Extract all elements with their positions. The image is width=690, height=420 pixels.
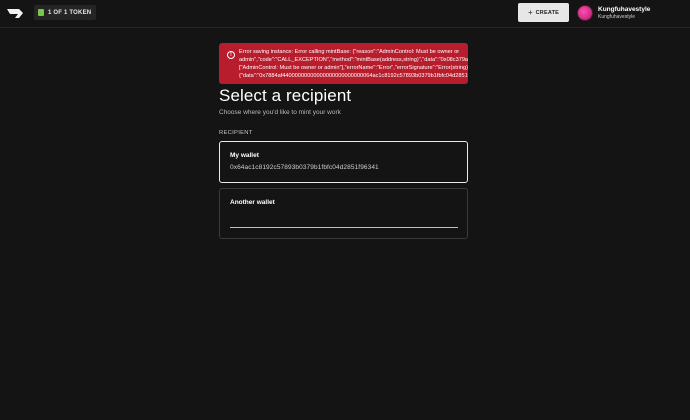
error-line: admin","code":"CALL_EXCEPTION","method":… <box>239 57 468 63</box>
page-subtitle: Choose where you'd like to mint your wor… <box>219 109 341 116</box>
recipient-label: RECIPIENT <box>219 130 253 136</box>
token-badge-label: 1 OF 1 TOKEN <box>48 9 92 16</box>
page-title: Select a recipient <box>219 86 352 105</box>
error-line: Error saving instance: Error calling min… <box>239 49 460 55</box>
another-wallet-title: Another wallet <box>230 199 275 206</box>
error-message: Error saving instance: Error calling min… <box>239 48 468 80</box>
error-alert: ! Error saving instance: Error calling m… <box>219 43 468 84</box>
user-handle: Kungfuhavestyle <box>598 14 635 20</box>
another-wallet-address-input[interactable] <box>230 211 458 228</box>
top-bar: 1 OF 1 TOKEN + CREATE Kungfuhavestyle Ku… <box>0 0 690 28</box>
brand-logo-icon[interactable] <box>6 8 24 19</box>
error-line: ["AdminControl: Must be owner or admin"]… <box>239 65 468 71</box>
avatar <box>577 5 593 21</box>
create-button[interactable]: + CREATE <box>518 3 569 22</box>
my-wallet-option[interactable]: My wallet 0x64ac1c8192c57893b0379b1fbfc0… <box>219 141 468 183</box>
alert-circle-icon: ! <box>227 51 235 59</box>
user-name: Kungfuhavestyle <box>598 6 651 13</box>
user-menu[interactable]: Kungfuhavestyle Kungfuhavestyle <box>577 3 687 23</box>
token-badge[interactable]: 1 OF 1 TOKEN <box>34 5 97 20</box>
my-wallet-address: 0x64ac1c8192c57893b0379b1fbfc04d2851f963… <box>230 164 379 171</box>
my-wallet-title: My wallet <box>230 152 259 159</box>
token-lock-icon <box>38 9 44 16</box>
error-line: {"data":"0x7884af44000000000000000000000… <box>239 73 468 79</box>
create-button-label: CREATE <box>535 9 560 16</box>
another-wallet-option[interactable]: Another wallet <box>219 188 468 239</box>
plus-icon: + <box>527 7 533 17</box>
